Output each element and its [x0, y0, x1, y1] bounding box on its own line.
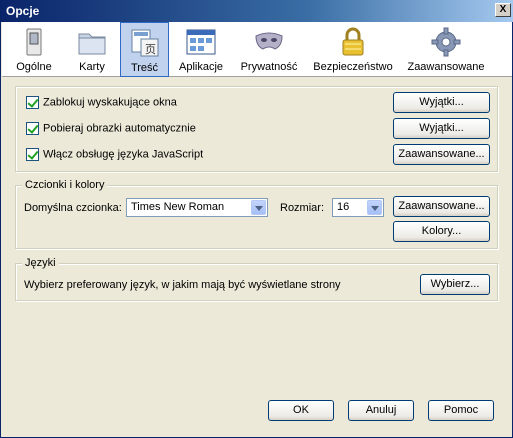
load-images-check[interactable]: [26, 122, 39, 135]
block-popups-checkbox[interactable]: Zablokuj wyskakujące okna: [26, 96, 177, 110]
gear-icon: [431, 27, 461, 57]
folder-icon: [78, 33, 106, 55]
tab-advanced[interactable]: Zaawansowane: [406, 22, 486, 77]
default-font-select[interactable]: Times New Roman: [126, 198, 268, 217]
tab-security[interactable]: Bezpieczeństwo: [312, 22, 394, 77]
tab-privacy[interactable]: Prywatność: [238, 22, 300, 77]
fonts-colors-caption: Czcionki i kolory: [22, 179, 108, 191]
tab-security-label: Bezpieczeństwo: [313, 61, 393, 73]
block-popups-check[interactable]: [26, 96, 39, 109]
tab-applications-label: Aplikacje: [178, 61, 224, 73]
tab-general[interactable]: Ogólne: [12, 22, 56, 77]
content-icon: 页: [131, 29, 158, 57]
enable-javascript-label: Włącz obsługę języka JavaScript: [43, 148, 204, 161]
padlock-icon: [342, 27, 364, 56]
tab-applications[interactable]: Aplikacje: [175, 22, 227, 77]
content-panel: Zablokuj wyskakujące okna Wyjątki... Pob…: [2, 78, 512, 390]
languages-caption: Języki: [22, 257, 59, 269]
cancel-button[interactable]: Anuluj: [348, 400, 414, 421]
close-button[interactable]: X: [495, 3, 511, 17]
mask-icon: [255, 32, 283, 50]
tab-content-label: Treść: [130, 62, 159, 74]
colors-button[interactable]: Kolory...: [393, 221, 490, 242]
help-button[interactable]: Pomoc: [428, 400, 494, 421]
enable-javascript-checkbox[interactable]: Włącz obsługę języka JavaScript: [26, 148, 203, 162]
languages-description: Wybierz preferowany język, w jakim mają …: [24, 279, 341, 291]
svg-text:页: 页: [145, 43, 156, 56]
languages-group: Języki Wybierz preferowany język, w jaki…: [15, 257, 498, 301]
window-title: Opcje: [6, 4, 40, 18]
tab-advanced-label: Zaawansowane: [407, 61, 485, 73]
tab-general-label: Ogólne: [16, 61, 52, 73]
title-bar: Opcje X: [1, 0, 513, 22]
choose-language-button[interactable]: Wybierz...: [420, 274, 490, 295]
enable-javascript-check[interactable]: [26, 148, 39, 161]
tab-privacy-label: Prywatność: [240, 61, 298, 73]
tab-tabs[interactable]: Karty: [70, 22, 114, 77]
applications-icon: [186, 29, 216, 55]
javascript-advanced-button[interactable]: Zaawansowane...: [393, 144, 490, 165]
options-toolbar: Ogólne Karty 页 Treść Aplikacje Prywatnoś…: [2, 22, 512, 77]
block-popups-label: Zablokuj wyskakujące okna: [43, 96, 177, 109]
fonts-colors-group: Czcionki i kolory Domyślna czcionka: Tim…: [15, 179, 498, 249]
load-images-checkbox[interactable]: Pobieraj obrazki automatycznie: [26, 122, 196, 136]
popup-exceptions-button[interactable]: Wyjątki...: [393, 92, 490, 113]
tab-content[interactable]: 页 Treść: [120, 22, 169, 77]
font-size-label: Rozmiar:: [280, 202, 325, 214]
images-exceptions-button[interactable]: Wyjątki...: [393, 118, 490, 139]
font-size-select[interactable]: 16: [332, 198, 384, 217]
options-window: Opcje X Ogólne Karty 页 Treść Aplikacje P…: [0, 0, 513, 438]
web-content-group: Zablokuj wyskakujące okna Wyjątki... Pob…: [15, 86, 498, 172]
ok-button[interactable]: OK: [268, 400, 334, 421]
chevron-down-icon[interactable]: [251, 200, 266, 215]
default-font-label: Domyślna czcionka:: [24, 202, 122, 214]
chevron-down-icon[interactable]: [367, 200, 382, 215]
default-font-value: Times New Roman: [131, 201, 225, 213]
font-size-value: 16: [337, 201, 350, 213]
fonts-advanced-button[interactable]: Zaawansowane...: [393, 196, 490, 217]
switch-icon: [26, 28, 42, 56]
tab-tabs-label: Karty: [79, 61, 105, 73]
load-images-label: Pobieraj obrazki automatycznie: [43, 122, 196, 135]
